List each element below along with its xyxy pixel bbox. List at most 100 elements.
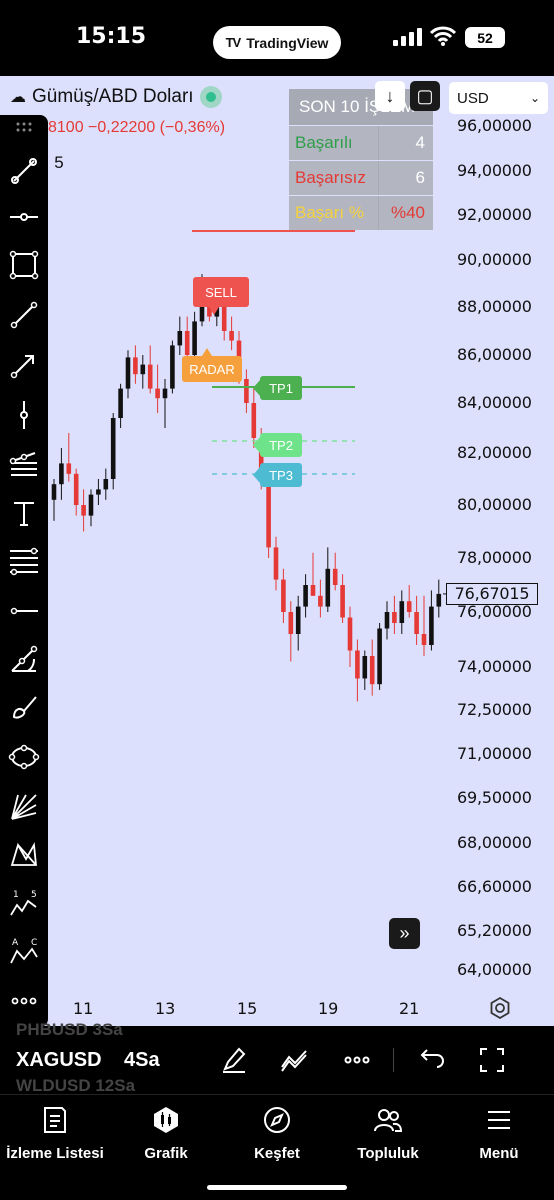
stats-value: 6 [379,161,433,195]
tool-horizontal-line[interactable] [6,199,42,235]
tool-brush[interactable] [6,689,42,725]
price-axis-label: 94,00000 [457,161,532,180]
quote-change: 8100 −0,22200 (−0,36%) [48,119,226,136]
candle-body [399,601,405,623]
tab-menu[interactable]: Menü [444,1101,554,1162]
horizontal-ray-icon [10,607,38,615]
expand-panel-button[interactable]: » [389,918,420,949]
candle-body [251,403,257,438]
chart-area[interactable]: SELL RADAR TP1 TP2 TP3 ☁ Gümüş/ABD Doları 81… [0,76,554,1026]
tab-explore[interactable]: Keşfet [222,1101,332,1162]
tab-label: Menü [479,1145,519,1162]
stats-label: Başarı % [289,196,378,230]
status-bar: 15:15 TV TradingView 52 [0,0,554,76]
market-status-icon [199,86,222,108]
fullscreen-toggle-button[interactable] [474,1042,510,1078]
more-horizontal-icon [344,1056,370,1064]
price-axis-label: 86,00000 [457,345,532,364]
undo-button[interactable] [412,1042,448,1078]
candle-body [421,634,427,645]
next-symbol[interactable]: WLDUSD 12Sa [16,1076,135,1096]
price-axis-label: 88,00000 [457,297,532,316]
candle-body [406,601,412,612]
price-axis-label: 64,00000 [457,960,532,979]
symbol-header[interactable]: ☁ Gümüş/ABD Doları [10,86,222,108]
abc-wave-icon: AC [10,938,38,964]
indicators-button[interactable] [276,1042,312,1078]
tool-abc-wave[interactable]: AC [6,933,42,969]
tool-cursor[interactable] [6,153,42,189]
candle-body [273,547,279,580]
tool-rectangle[interactable] [6,247,42,283]
current-symbol[interactable]: XAGUSD [16,1049,102,1072]
candle-body [118,388,123,418]
brush-icon [12,696,37,719]
fullscreen-button[interactable]: ▢ [410,81,440,111]
tp1-label-text: TP1 [269,381,293,396]
candle-body [340,585,345,618]
arrow-tool-icon [10,355,34,379]
tool-arrow[interactable] [6,347,42,383]
price-axis-label: 78,00000 [457,548,532,567]
tool-ray[interactable] [6,593,42,629]
candle-body [332,568,338,585]
candle-body [162,388,168,399]
time-axis-label: 11 [73,999,94,1018]
tp3-label-text: TP3 [269,468,293,483]
chart-tab-icon [154,1107,178,1133]
more-button[interactable] [339,1042,375,1078]
currency-value: USD [457,89,489,107]
candle-body [184,331,190,355]
text-tool-icon [14,502,34,526]
interval-label[interactable]: 5 [48,149,70,177]
draw-button[interactable] [216,1042,252,1078]
more-horizontal-icon [11,997,37,1005]
ellipse-icon [8,744,40,770]
stats-row-success: Başarılı 4 [289,126,433,160]
current-timeframe[interactable]: 4Sa [124,1049,160,1072]
chart-settings-icon[interactable] [488,996,512,1020]
price-axis-label: 80,00000 [457,495,532,514]
tool-ellipse[interactable] [6,739,42,775]
tab-community[interactable]: Topluluk [333,1101,443,1162]
tradingview-pill[interactable]: TV TradingView [213,26,341,59]
candle-body [295,606,301,634]
tool-xabcd[interactable] [6,837,42,873]
candle-body [59,463,64,485]
community-icon [374,1109,403,1132]
tab-watchlist[interactable]: İzleme Listesi [0,1101,110,1162]
candle-body [369,656,375,685]
stats-value: 4 [379,126,433,160]
drag-handle-icon[interactable] [6,115,42,139]
drawing-toolbar: 15 AC [0,115,48,1027]
double-chevron-right-icon: » [399,923,410,943]
tool-gann-fan[interactable] [6,789,42,825]
price-axis-label: 71,00000 [457,744,532,763]
symbol-name: Gümüş/ABD Doları [32,86,194,107]
candle-body [347,617,353,651]
radar-label: RADAR [182,348,242,382]
tool-vertical-line[interactable] [6,397,42,433]
candle-body [384,612,390,629]
price-axis-label: 65,20000 [457,921,532,940]
fib-channel-icon [9,452,37,476]
currency-select[interactable]: USD ⌄ [449,82,548,114]
download-button[interactable]: ↓ [375,81,405,111]
tool-trend-line[interactable] [6,297,42,333]
prev-symbol[interactable]: PHBUSD 3Sa [16,1020,123,1040]
tool-pitchfork[interactable] [6,445,42,481]
horizontal-line-icon [10,213,38,221]
tool-elliott-wave[interactable]: 15 [6,885,42,921]
tradingview-logo-icon: TV [225,35,242,50]
tool-more[interactable] [6,983,42,1019]
tool-fib-retracement[interactable] [6,543,42,579]
candle-body [266,479,271,548]
stats-label: Başarılı [289,126,378,160]
chevron-down-icon: ⌄ [529,91,540,105]
candle-body [355,650,360,679]
tool-text[interactable] [6,495,42,531]
tool-triangle[interactable] [6,641,42,677]
tab-chart[interactable]: Grafik [111,1101,221,1162]
candle-body [303,585,308,607]
price-axis-label: 69,50000 [457,788,532,807]
